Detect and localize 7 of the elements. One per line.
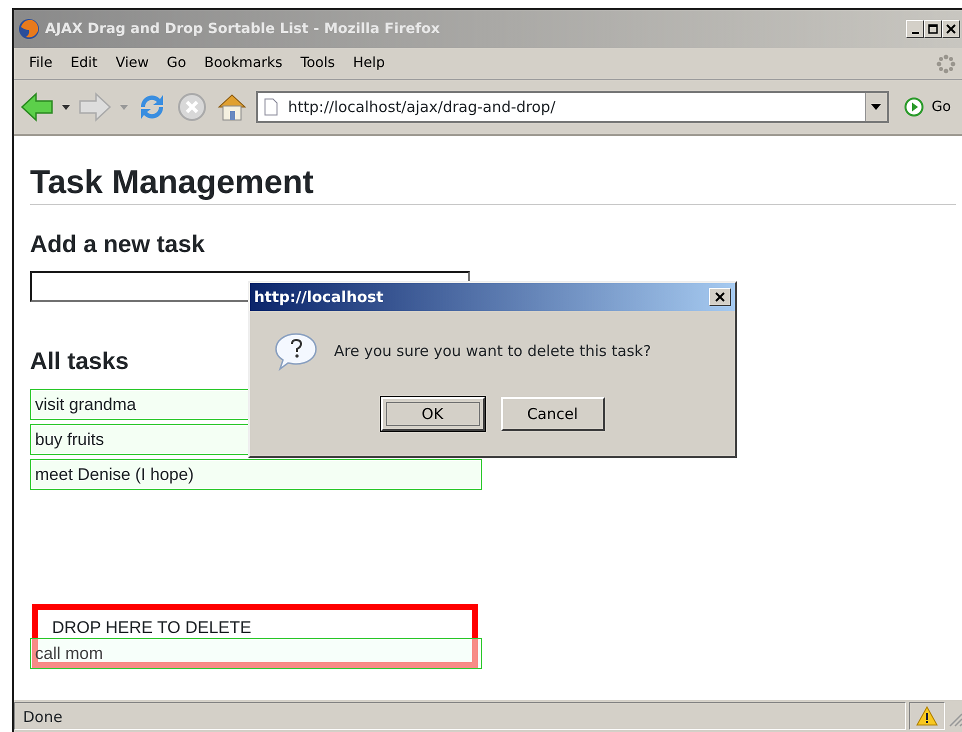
section-heading: Add a new task	[30, 230, 205, 260]
window-title: AJAX Drag and Drop Sortable List - Mozilla Firefox	[45, 20, 441, 38]
status-text: Done	[14, 702, 906, 730]
page-heading: Task Management	[30, 162, 956, 205]
section-heading: All tasks	[30, 348, 129, 378]
dialog-title: http://localhost	[254, 286, 384, 308]
dialog-message: Are you sure you want to delete this task?	[334, 340, 652, 362]
